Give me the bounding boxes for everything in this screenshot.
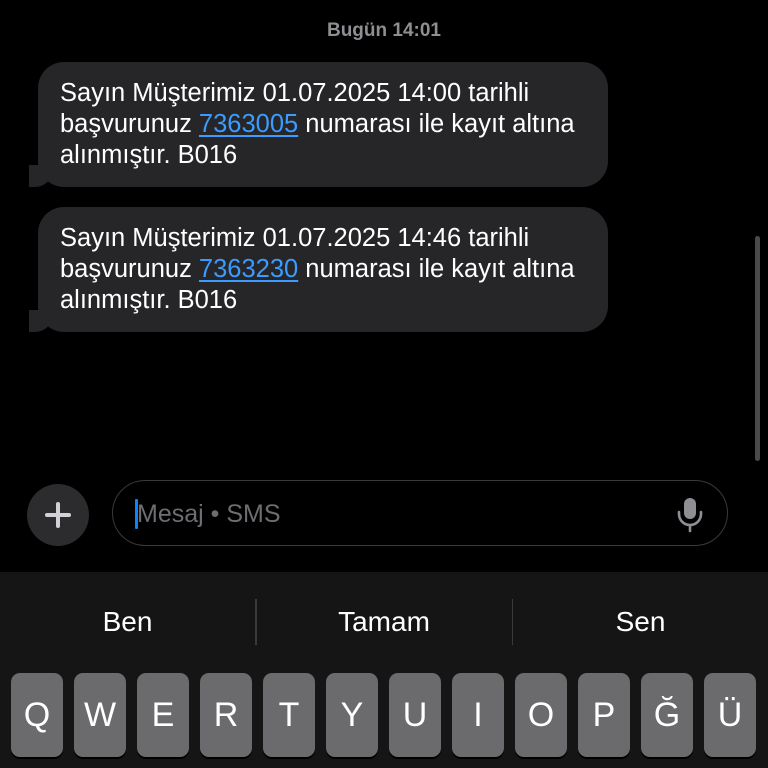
add-attachment-button[interactable]: [27, 484, 89, 546]
key-y[interactable]: Y: [326, 673, 378, 757]
message-input-placeholder: Mesaj • SMS: [137, 500, 281, 528]
message-bubble[interactable]: Sayın Müşterimiz 01.07.2025 14:00 tarihl…: [16, 62, 608, 189]
plus-icon: [45, 502, 71, 528]
key-e[interactable]: E: [137, 673, 189, 757]
key-u-umlaut[interactable]: Ü: [704, 673, 756, 757]
microphone-icon[interactable]: [675, 497, 705, 533]
messages-screen: Bugün 14:01 Sayın Müşterimiz 01.07.2025 …: [0, 0, 768, 768]
application-number-link[interactable]: 7363230: [199, 255, 298, 283]
application-number-link[interactable]: 7363005: [199, 110, 298, 138]
bubble-tail: [29, 310, 53, 332]
suggestion-item[interactable]: Ben: [0, 572, 255, 672]
message-bubble[interactable]: Sayın Müşterimiz 01.07.2025 14:46 tarihl…: [16, 207, 608, 334]
keyboard: Ben Tamam Sen Q W E R T Y U I O P Ğ Ü: [0, 572, 768, 768]
key-g-breve[interactable]: Ğ: [641, 673, 693, 757]
message-text: Sayın Müşterimiz 01.07.2025 14:00 tarihl…: [60, 78, 588, 171]
key-p[interactable]: P: [578, 673, 630, 757]
message-text: Sayın Müşterimiz 01.07.2025 14:46 tarihl…: [60, 223, 588, 316]
key-i[interactable]: I: [452, 673, 504, 757]
key-o[interactable]: O: [515, 673, 567, 757]
scroll-indicator[interactable]: [755, 236, 760, 461]
bubble-tail: [29, 165, 53, 187]
key-w[interactable]: W: [74, 673, 126, 757]
key-t[interactable]: T: [263, 673, 315, 757]
key-u[interactable]: U: [389, 673, 441, 757]
suggestion-item[interactable]: Sen: [513, 572, 768, 672]
suggestion-item[interactable]: Tamam: [257, 572, 512, 672]
conversation-timestamp: Bugün 14:01: [326, 20, 442, 41]
keyboard-row-top: Q W E R T Y U I O P Ğ Ü: [0, 673, 768, 757]
message-input[interactable]: Mesaj • SMS: [112, 480, 728, 546]
key-q[interactable]: Q: [11, 673, 63, 757]
predictive-suggestions-bar: Ben Tamam Sen: [0, 572, 768, 672]
plus-icon-vertical: [56, 502, 60, 528]
key-r[interactable]: R: [200, 673, 252, 757]
text-cursor: [135, 499, 138, 529]
